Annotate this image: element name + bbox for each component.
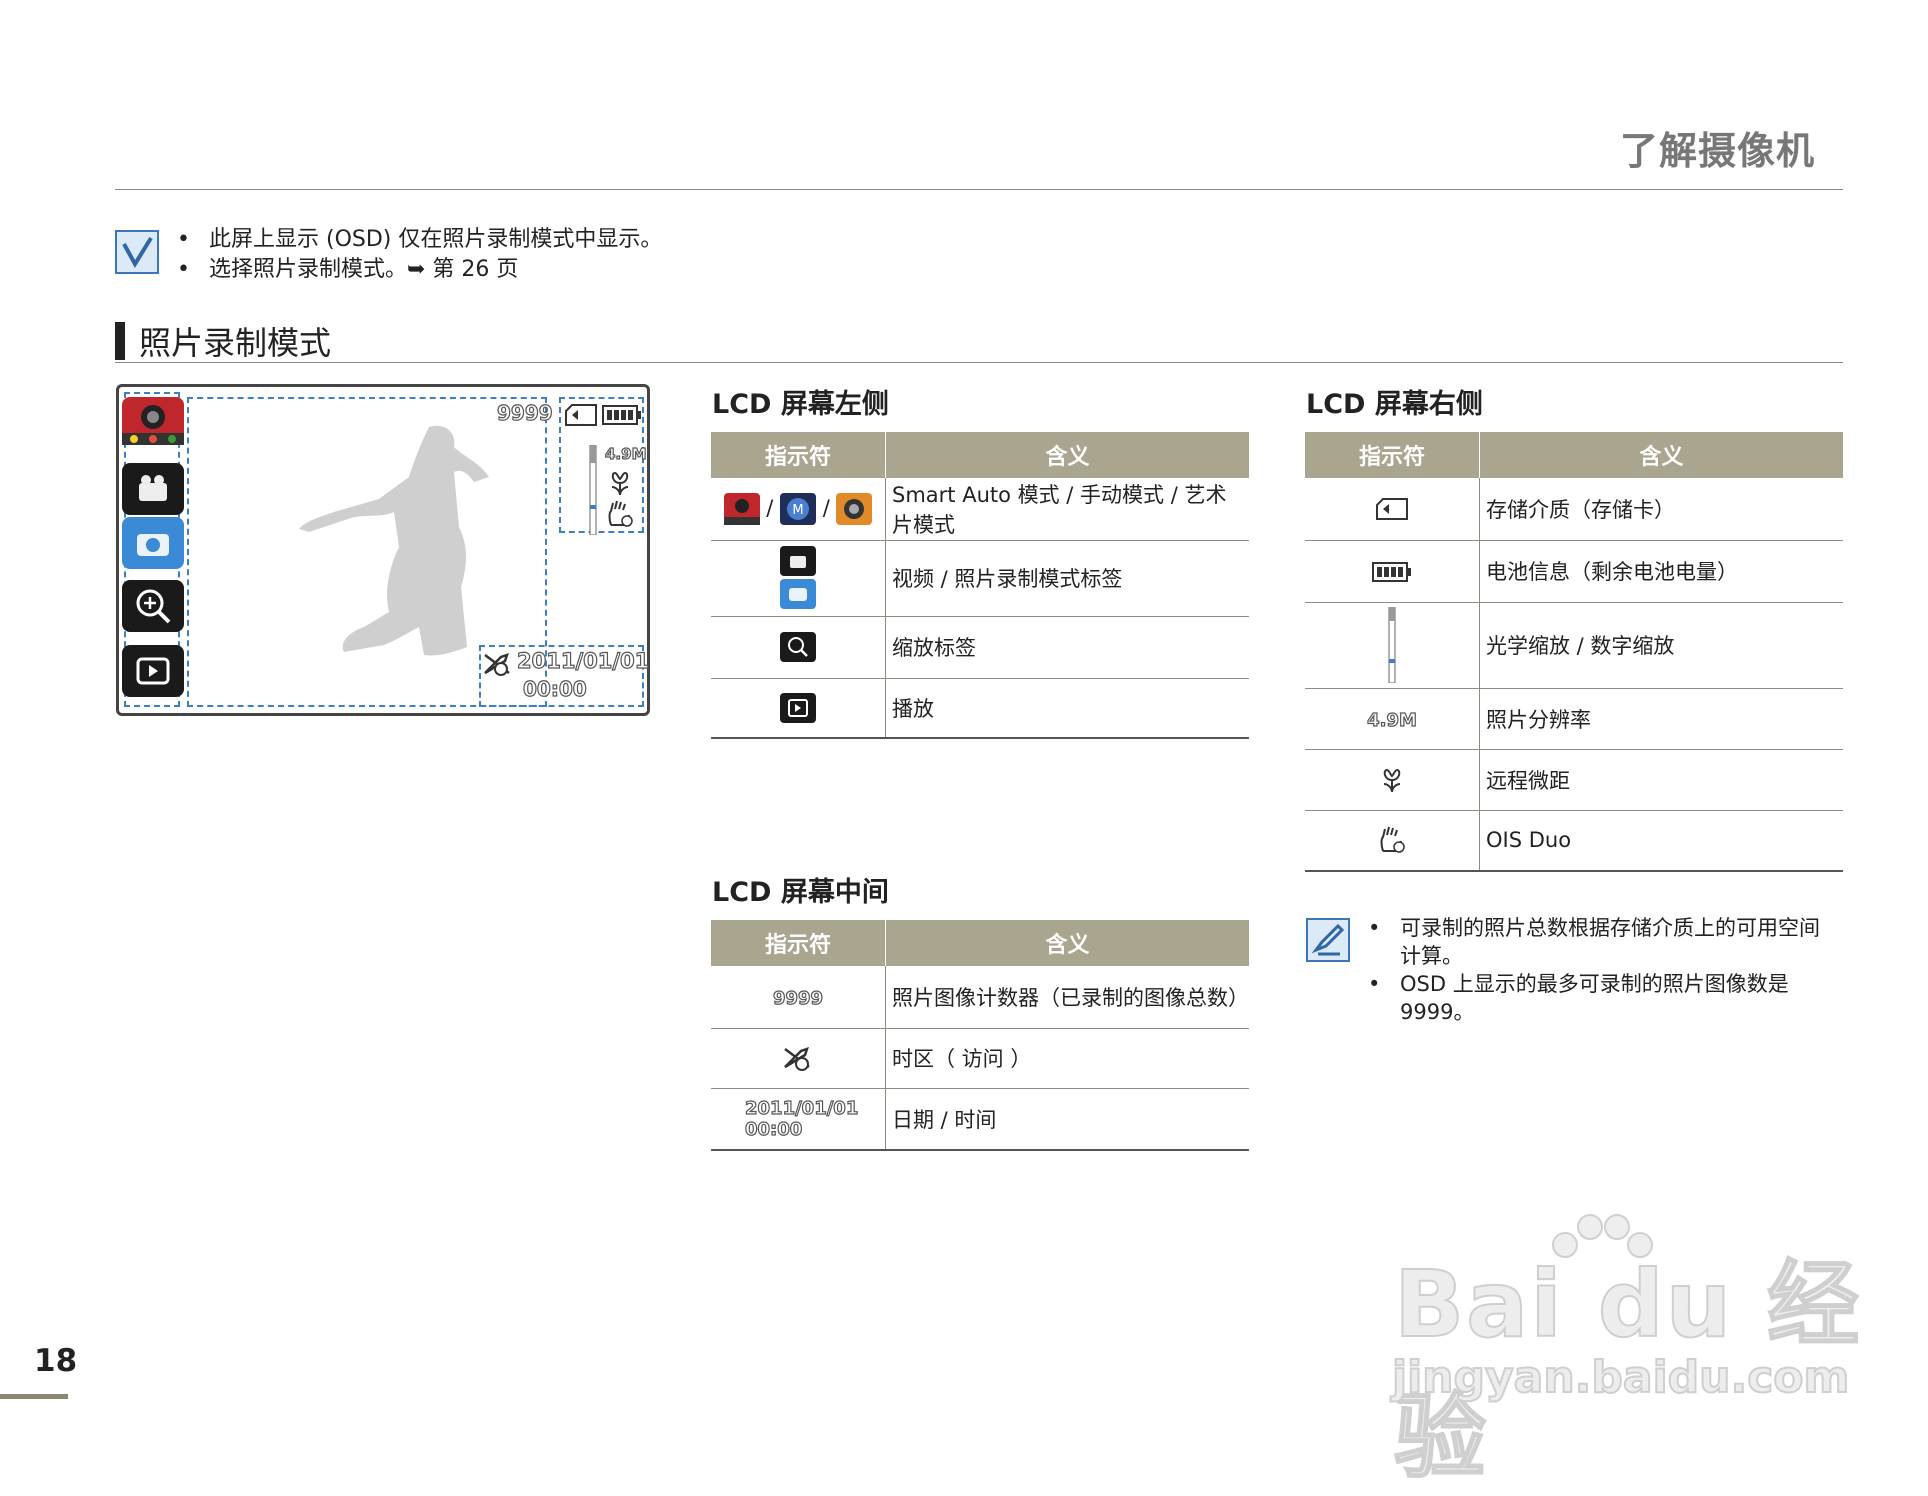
tip-list: 可录制的照片总数根据存储介质上的可用空间计算。 OSD 上显示的最多可录制的照片… — [1366, 914, 1836, 1026]
note-list: 此屏上显示 (OSD) 仅在照片录制模式中显示。 选择照片录制模式。➥ 第 26… — [175, 225, 662, 285]
paw-icon — [1552, 1214, 1653, 1258]
tip-item: OSD 上显示的最多可录制的照片图像数是 9999。 — [1366, 970, 1836, 1026]
separator: / — [822, 495, 830, 520]
col-indicator: 指示符 — [1305, 432, 1480, 478]
table-row: 时区（ 访问 ） — [711, 1028, 1249, 1089]
battery-meaning: 电池信息（剩余电池电量） — [1479, 540, 1843, 603]
zoom-meaning: 缩放标签 — [885, 616, 1249, 679]
memory-card-icon — [1376, 498, 1408, 521]
col-indicator: 指示符 — [711, 920, 886, 966]
resolution-label: 4.9M — [604, 444, 647, 463]
zoom-tab-icon — [122, 580, 184, 632]
storage-meaning: 存储介质（存储卡） — [1479, 478, 1843, 541]
page-number: 18 — [34, 1343, 78, 1379]
chapter-title: 了解摄像机 — [1619, 129, 1815, 173]
section-marker — [115, 322, 125, 360]
zoom-bar-icon — [589, 445, 597, 535]
col-meaning: 含义 — [885, 432, 1249, 478]
tab-meaning: 视频 / 照片录制模式标签 — [885, 540, 1249, 617]
resolution-meaning: 照片分辨率 — [1479, 688, 1843, 750]
table-row: 9999 照片图像计数器（已录制的图像总数） — [711, 966, 1249, 1029]
col-indicator: 指示符 — [711, 432, 886, 478]
person-silhouette-image — [299, 425, 489, 656]
table-row: 远程微距 — [1305, 749, 1843, 811]
datetime-meaning: 日期 / 时间 — [885, 1088, 1249, 1151]
left-table-title: LCD 屏幕左侧 — [712, 389, 889, 420]
right-table-title: LCD 屏幕右侧 — [1306, 389, 1483, 420]
note-item: 此屏上显示 (OSD) 仅在照片录制模式中显示。 — [175, 225, 662, 255]
section-divider — [115, 362, 1843, 363]
table-row: OIS Duo — [1305, 810, 1843, 872]
smart-auto-mode-icon — [122, 397, 184, 445]
counter-indicator: 9999 — [772, 987, 824, 1009]
table-row: 视频 / 照片录制模式标签 — [711, 540, 1249, 617]
time-indicator: 00:00 — [744, 1118, 803, 1140]
photo-tab-icon — [122, 517, 184, 569]
memory-card-icon — [565, 404, 597, 426]
separator: / — [766, 495, 774, 520]
table-row: / M / Smart Auto 模式 / 手动模式 / 艺术片模式 — [711, 478, 1249, 541]
smart-auto-icon — [723, 492, 760, 525]
tele-macro-icon — [611, 471, 629, 496]
check-note-icon — [115, 230, 159, 274]
battery-icon — [602, 405, 641, 425]
lcd-middle-table: 指示符 含义 9999 照片图像计数器（已录制的图像总数） 时区（ 访问 ） 2… — [711, 920, 1249, 1151]
ois-duo-icon — [1380, 827, 1405, 853]
art-film-mode-icon — [836, 492, 873, 525]
playback-tab-icon — [122, 645, 184, 697]
tip-note-icon — [1306, 918, 1350, 962]
video-tab-icon — [122, 463, 184, 515]
ois-meaning: OIS Duo — [1479, 810, 1843, 872]
lcd-date: 2011/01/01 — [516, 648, 650, 673]
header-divider — [115, 189, 1843, 190]
table-row: 播放 — [711, 678, 1249, 739]
resolution-indicator: 4.9M — [1366, 709, 1417, 731]
time-zone-meaning: 时区（ 访问 ） — [885, 1028, 1249, 1089]
table-row: 4.9M 照片分辨率 — [1305, 688, 1843, 750]
lcd-screen-preview: 9999 4.9M 2011/01/01 00:00 — [116, 384, 650, 716]
mode-meaning: Smart Auto 模式 / 手动模式 / 艺术片模式 — [885, 478, 1249, 541]
table-row: 光学缩放 / 数字缩放 — [1305, 602, 1843, 689]
svg-text:M: M — [792, 503, 803, 518]
macro-meaning: 远程微距 — [1479, 749, 1843, 811]
note-item: 选择照片录制模式。➥ 第 26 页 — [175, 255, 662, 285]
date-indicator: 2011/01/01 — [744, 1097, 859, 1119]
tele-macro-icon — [1383, 768, 1401, 792]
page-number-underline — [0, 1394, 68, 1399]
table-row: 存储介质（存储卡） — [1305, 478, 1843, 541]
manual-mode-icon: M — [780, 492, 816, 525]
playback-meaning: 播放 — [885, 678, 1249, 739]
video-photo-tab-icon — [780, 546, 816, 609]
zoom-bar-icon — [1388, 607, 1396, 683]
lcd-left-table: 指示符 含义 / M / Smart Auto 模式 / 手动模式 / 艺术片模… — [711, 432, 1249, 739]
photo-counter: 9999 — [496, 400, 553, 425]
lcd-right-table: 指示符 含义 存储介质（存储卡） 电池信息（剩余电池电量） 光学缩放 / 数字缩… — [1305, 432, 1843, 872]
time-zone-icon — [484, 653, 510, 676]
battery-icon — [1372, 561, 1411, 582]
time-zone-icon — [784, 1047, 810, 1071]
lcd-time: 00:00 — [522, 676, 587, 701]
tip-item: 可录制的照片总数根据存储介质上的可用空间计算。 — [1366, 914, 1836, 970]
ois-duo-icon — [608, 500, 633, 527]
section-title: 照片录制模式 — [139, 324, 332, 362]
zoom-meaning: 光学缩放 / 数字缩放 — [1479, 602, 1843, 689]
table-row: 电池信息（剩余电池电量） — [1305, 540, 1843, 603]
baidu-watermark-url: jingyan.baidu.com — [1391, 1351, 1850, 1404]
col-meaning: 含义 — [1479, 432, 1843, 478]
table-row: 2011/01/01 00:00 日期 / 时间 — [711, 1088, 1249, 1151]
counter-meaning: 照片图像计数器（已录制的图像总数） — [885, 966, 1249, 1029]
table-row: 缩放标签 — [711, 616, 1249, 679]
playback-icon — [780, 692, 816, 723]
col-meaning: 含义 — [885, 920, 1249, 966]
middle-table-title: LCD 屏幕中间 — [712, 877, 889, 908]
zoom-tab-icon — [780, 632, 816, 662]
mode-icons-cell: / M / — [711, 478, 886, 541]
